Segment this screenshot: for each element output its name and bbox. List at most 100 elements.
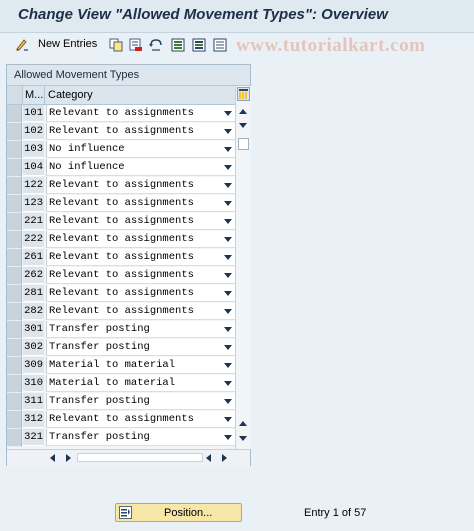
row-selector[interactable] bbox=[7, 303, 22, 321]
dropdown-arrow-icon[interactable] bbox=[224, 417, 232, 422]
dropdown-arrow-icon[interactable] bbox=[224, 237, 232, 242]
row-selector[interactable] bbox=[7, 285, 22, 303]
category-dropdown[interactable]: Relevant to assignments bbox=[46, 267, 235, 284]
scroll-down-icon[interactable] bbox=[239, 123, 247, 128]
scroll-page-down-icon[interactable] bbox=[239, 436, 247, 441]
row-selector[interactable] bbox=[7, 339, 22, 357]
table-row[interactable]: 309 Material to material bbox=[7, 357, 235, 375]
dropdown-arrow-icon[interactable] bbox=[224, 129, 232, 134]
dropdown-arrow-icon[interactable] bbox=[224, 381, 232, 386]
category-dropdown[interactable]: Transfer posting bbox=[46, 393, 235, 410]
dropdown-arrow-icon[interactable] bbox=[224, 273, 232, 278]
copy-icon[interactable] bbox=[108, 37, 124, 53]
row-selector[interactable] bbox=[7, 105, 22, 123]
dropdown-arrow-icon[interactable] bbox=[224, 327, 232, 332]
category-dropdown[interactable]: Relevant to assignments bbox=[46, 411, 235, 428]
row-selector[interactable] bbox=[7, 375, 22, 393]
column-header-movement-type[interactable]: M... bbox=[25, 89, 43, 101]
table-row[interactable]: 310 Material to material bbox=[7, 375, 235, 393]
table-row[interactable]: 281 Relevant to assignments bbox=[7, 285, 235, 303]
select-block-icon[interactable] bbox=[191, 37, 207, 53]
select-all-rows-cell[interactable] bbox=[7, 86, 23, 104]
table-row[interactable]: 302 Transfer posting bbox=[7, 339, 235, 357]
category-dropdown[interactable]: Relevant to assignments bbox=[46, 213, 235, 230]
table-row[interactable]: 311 Transfer posting bbox=[7, 393, 235, 411]
row-selector[interactable] bbox=[7, 357, 22, 375]
table-row[interactable]: 102 Relevant to assignments bbox=[7, 123, 235, 141]
position-button[interactable]: Position... bbox=[115, 503, 242, 522]
scroll-right-icon[interactable] bbox=[66, 454, 71, 462]
dropdown-arrow-icon[interactable] bbox=[224, 183, 232, 188]
category-dropdown[interactable]: Material to material bbox=[46, 375, 235, 392]
table-row[interactable]: 312 Relevant to assignments bbox=[7, 411, 235, 429]
table-settings-icon[interactable] bbox=[237, 87, 250, 101]
row-selector[interactable] bbox=[7, 393, 22, 411]
table-row[interactable]: 122 Relevant to assignments bbox=[7, 177, 235, 195]
category-dropdown[interactable]: Relevant to assignments bbox=[46, 231, 235, 248]
row-selector[interactable] bbox=[7, 267, 22, 285]
dropdown-arrow-icon[interactable] bbox=[224, 435, 232, 440]
edit-pen-icon[interactable] bbox=[14, 37, 30, 53]
scroll-up-icon[interactable] bbox=[239, 109, 247, 114]
row-selector[interactable] bbox=[7, 159, 22, 177]
table-row[interactable]: 261 Relevant to assignments bbox=[7, 249, 235, 267]
table-row[interactable]: 262 Relevant to assignments bbox=[7, 267, 235, 285]
vertical-scrollbar[interactable] bbox=[235, 86, 251, 449]
category-dropdown[interactable]: Relevant to assignments bbox=[46, 105, 235, 122]
table-row[interactable]: 104 No influence bbox=[7, 159, 235, 177]
category-dropdown[interactable]: Relevant to assignments bbox=[46, 303, 235, 320]
scroll-page-up-icon[interactable] bbox=[239, 421, 247, 426]
category-dropdown[interactable]: Relevant to assignments bbox=[46, 249, 235, 266]
category-dropdown[interactable]: Transfer posting bbox=[46, 339, 235, 356]
new-entries-button[interactable]: New Entries bbox=[38, 38, 97, 50]
deselect-all-icon[interactable] bbox=[212, 37, 228, 53]
dropdown-arrow-icon[interactable] bbox=[224, 255, 232, 260]
table-row[interactable]: 301 Transfer posting bbox=[7, 321, 235, 339]
category-dropdown[interactable]: Relevant to assignments bbox=[46, 285, 235, 302]
row-selector[interactable] bbox=[7, 123, 22, 141]
table-row[interactable]: 282 Relevant to assignments bbox=[7, 303, 235, 321]
scrollbar-thumb[interactable] bbox=[238, 138, 249, 150]
delete-icon[interactable] bbox=[128, 37, 144, 53]
dropdown-arrow-icon[interactable] bbox=[224, 201, 232, 206]
category-dropdown[interactable]: Transfer posting bbox=[46, 321, 235, 338]
table-row[interactable]: 101 Relevant to assignments bbox=[7, 105, 235, 123]
dropdown-arrow-icon[interactable] bbox=[224, 309, 232, 314]
table-row[interactable]: 123 Relevant to assignments bbox=[7, 195, 235, 213]
category-dropdown[interactable]: No influence bbox=[46, 141, 235, 158]
category-dropdown[interactable]: Relevant to assignments bbox=[46, 123, 235, 140]
row-selector[interactable] bbox=[7, 249, 22, 267]
dropdown-arrow-icon[interactable] bbox=[224, 111, 232, 116]
category-dropdown[interactable]: Material to material bbox=[46, 357, 235, 374]
horizontal-scrollbar[interactable] bbox=[7, 449, 250, 466]
column-header-category[interactable]: Category bbox=[48, 89, 93, 101]
row-selector[interactable] bbox=[7, 141, 22, 159]
row-selector[interactable] bbox=[7, 321, 22, 339]
table-row[interactable]: 321 Transfer posting bbox=[7, 429, 235, 447]
dropdown-arrow-icon[interactable] bbox=[224, 147, 232, 152]
dropdown-arrow-icon[interactable] bbox=[224, 363, 232, 368]
row-selector[interactable] bbox=[7, 231, 22, 249]
row-selector[interactable] bbox=[7, 195, 22, 213]
select-all-icon[interactable] bbox=[170, 37, 186, 53]
dropdown-arrow-icon[interactable] bbox=[224, 291, 232, 296]
scroll-left-end-icon[interactable] bbox=[206, 454, 211, 462]
category-dropdown[interactable]: Transfer posting bbox=[46, 429, 235, 446]
table-row[interactable]: 221 Relevant to assignments bbox=[7, 213, 235, 231]
dropdown-arrow-icon[interactable] bbox=[224, 345, 232, 350]
scroll-right-end-icon[interactable] bbox=[222, 454, 227, 462]
dropdown-arrow-icon[interactable] bbox=[224, 165, 232, 170]
row-selector[interactable] bbox=[7, 429, 22, 447]
row-selector[interactable] bbox=[7, 213, 22, 231]
category-dropdown[interactable]: Relevant to assignments bbox=[46, 195, 235, 212]
scroll-left-icon[interactable] bbox=[50, 454, 55, 462]
dropdown-arrow-icon[interactable] bbox=[224, 219, 232, 224]
table-row[interactable]: 222 Relevant to assignments bbox=[7, 231, 235, 249]
row-selector[interactable] bbox=[7, 177, 22, 195]
table-row[interactable]: 103 No influence bbox=[7, 141, 235, 159]
category-dropdown[interactable]: Relevant to assignments bbox=[46, 177, 235, 194]
undo-icon[interactable] bbox=[148, 37, 164, 53]
category-dropdown[interactable]: No influence bbox=[46, 159, 235, 176]
row-selector[interactable] bbox=[7, 411, 22, 429]
horizontal-scroll-track[interactable] bbox=[77, 453, 203, 462]
